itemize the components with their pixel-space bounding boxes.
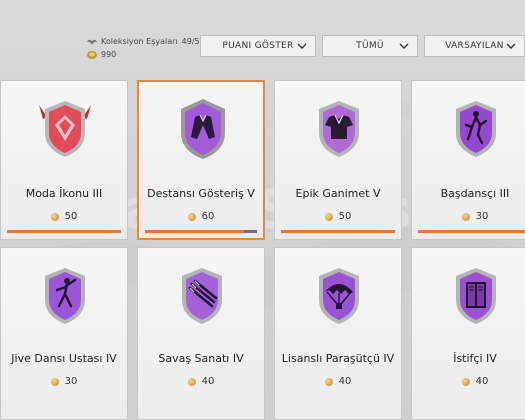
locker-badge-icon <box>456 268 496 324</box>
card-name: Savaş Sanatı IV <box>158 352 244 365</box>
dancer-badge-icon <box>456 101 496 157</box>
progress-bar <box>281 230 395 233</box>
card-name: Başdansçı III <box>440 187 510 200</box>
card-points: 30 <box>1 376 127 387</box>
card-points: 60 <box>139 211 263 222</box>
filter-show-points[interactable]: PUANI GÖSTER <box>200 35 316 57</box>
coin-icon <box>50 212 59 221</box>
card-name: Destansı Gösteriş V <box>147 187 255 200</box>
card-points: 40 <box>138 376 264 387</box>
card-points: 50 <box>275 211 401 222</box>
outfit-badge-icon <box>319 101 359 157</box>
filter-sort-label: VARSAYILAN <box>445 41 504 51</box>
coin-icon <box>187 212 196 221</box>
card-name: Epik Ganimet V <box>295 187 381 200</box>
coin-icon <box>187 377 196 386</box>
collection-card[interactable]: Lisanslı Paraşütçü IV 40 <box>274 247 402 420</box>
coin-icon <box>324 377 333 386</box>
card-points: 30 <box>412 211 525 222</box>
coin-icon <box>324 212 333 221</box>
fashion-icon-red-badge <box>39 101 91 157</box>
progress-bar <box>7 230 121 233</box>
jacket-badge-icon <box>181 99 225 159</box>
progress-remaining <box>243 230 257 233</box>
filter-sort-default[interactable]: VARSAYILAN <box>424 35 525 57</box>
chevron-down-icon <box>399 43 409 49</box>
collection-summary: Koleksiyon Eşyaları 49/59 990 <box>86 35 209 61</box>
collection-label: Koleksiyon Eşyaları <box>101 37 178 46</box>
collection-card[interactable]: Başdansçı III 30 <box>411 80 525 240</box>
filter-all-label: TÜMÜ <box>356 41 384 51</box>
collection-card[interactable]: İstifçi IV 40 <box>411 247 525 420</box>
card-points: 40 <box>275 376 401 387</box>
chevron-down-icon <box>506 43 516 49</box>
card-points: 50 <box>1 211 127 222</box>
progress-bar <box>418 230 525 233</box>
dance-pose-badge-icon <box>45 268 85 324</box>
points-total: 990 <box>101 50 117 59</box>
collection-card[interactable]: Savaş Sanatı IV 40 <box>137 247 265 420</box>
card-name: Lisanslı Paraşütçü IV <box>281 352 395 365</box>
card-name: Jive Dansı Ustası IV <box>11 352 117 365</box>
filter-all[interactable]: TÜMÜ <box>322 35 418 57</box>
coin-icon <box>461 212 470 221</box>
wings-icon <box>87 39 97 45</box>
coin-icon <box>87 50 97 59</box>
chevron-down-icon <box>297 43 307 49</box>
card-name: Moda İkonu III <box>25 187 103 200</box>
coin-icon <box>50 377 59 386</box>
collection-card[interactable]: Jive Dansı Ustası IV 30 <box>0 247 128 420</box>
filter-show-points-label: PUANI GÖSTER <box>222 41 294 51</box>
card-name: İstifçi IV <box>453 352 497 365</box>
parachute-badge-icon <box>319 268 359 324</box>
coin-icon <box>461 377 470 386</box>
card-points: 40 <box>412 376 525 387</box>
progress-bar <box>145 230 257 233</box>
claw-badge-icon <box>182 268 222 324</box>
collection-card-selected[interactable]: Destansı Gösteriş V 60 <box>137 80 265 240</box>
collection-card[interactable]: Moda İkonu III 50 <box>0 80 128 240</box>
collection-card[interactable]: Epik Ganimet V 50 <box>274 80 402 240</box>
